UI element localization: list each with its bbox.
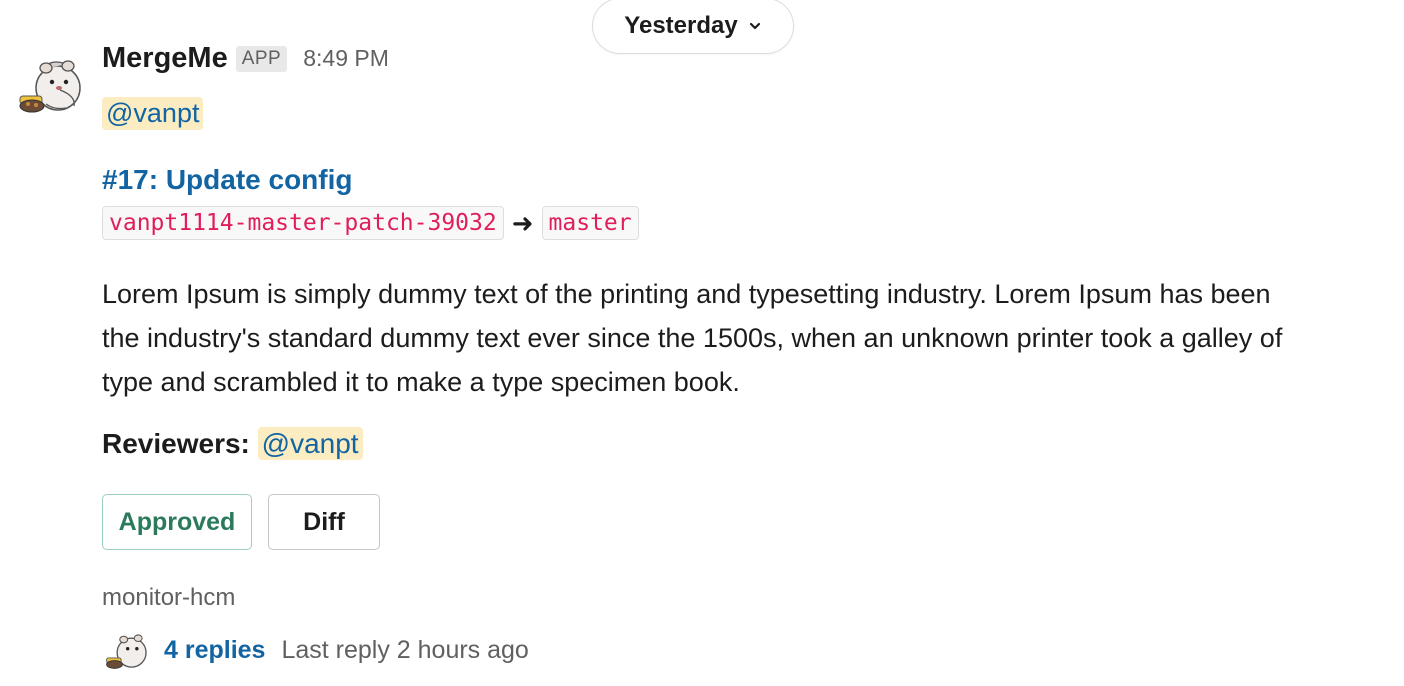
reviewers-label: Reviewers: (102, 428, 250, 459)
target-branch: master (541, 206, 639, 240)
channel-name[interactable]: monitor-hcm (102, 584, 235, 612)
branch-line: vanpt1114-master-patch-39032 ➜ master (102, 206, 639, 240)
date-divider-button[interactable]: Yesterday (592, 0, 794, 54)
reviewer-mention[interactable]: @vanpt (257, 427, 363, 460)
message-timestamp[interactable]: 8:49 PM (303, 45, 389, 72)
date-divider-label: Yesterday (624, 12, 738, 39)
chevron-down-icon (748, 19, 762, 33)
user-mention[interactable]: @vanpt (102, 97, 204, 130)
arrow-right-icon: ➜ (511, 207, 534, 238)
approved-button[interactable]: Approved (102, 494, 252, 550)
pull-request-link[interactable]: #17: Update config (102, 164, 352, 196)
source-branch: vanpt1114-master-patch-39032 (102, 206, 504, 240)
replies-count-link[interactable]: 4 replies (164, 636, 265, 665)
reviewers-line: Reviewers: @vanpt (102, 427, 363, 460)
app-badge: APP (235, 45, 288, 72)
avatar[interactable] (16, 54, 86, 120)
thread-summary: 4 replies Last reply 2 hours ago (164, 636, 529, 665)
sender-name[interactable]: MergeMe (102, 42, 228, 75)
message-view: Yesterday MergeMe APP 8:49 PM @vanpt #17… (0, 0, 1404, 686)
message-header: MergeMe APP 8:49 PM (102, 42, 389, 75)
thread-reply-avatar[interactable] (104, 630, 150, 674)
last-reply-text: Last reply 2 hours ago (281, 636, 529, 664)
diff-button[interactable]: Diff (268, 494, 380, 550)
message-description: Lorem Ipsum is simply dummy text of the … (102, 279, 1283, 397)
